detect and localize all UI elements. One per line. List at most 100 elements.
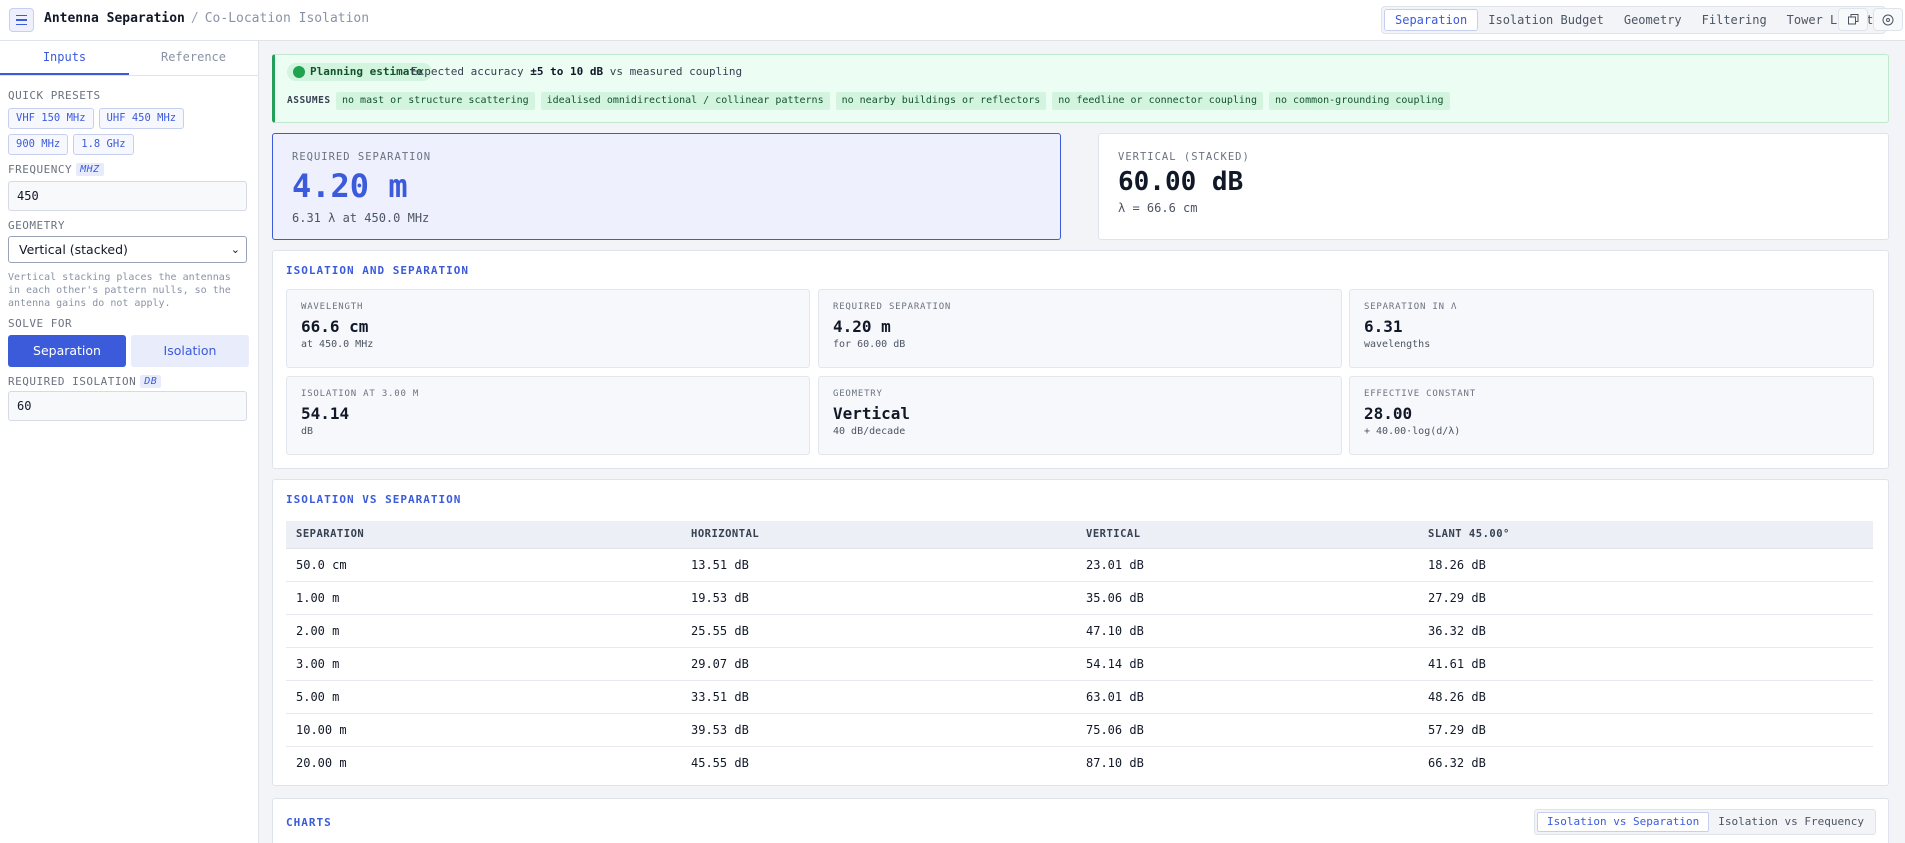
- sidebar-tab-inputs[interactable]: Inputs: [0, 41, 129, 75]
- table-cell: 23.01 dB: [1076, 548, 1418, 582]
- table-row: 1.00 m 19.53 dB 35.06 dB 27.29 dB: [286, 581, 1873, 615]
- metric-sub: + 40.00·log(d/λ): [1364, 426, 1461, 437]
- table-cell: 18.26 dB: [1418, 548, 1873, 582]
- metric-value: 6.31: [1364, 317, 1403, 336]
- chart-tab-isolation-vs-frequency[interactable]: Isolation vs Frequency: [1709, 812, 1873, 832]
- app-title: Antenna Separation: [44, 11, 185, 26]
- vertical-stacked-card: VERTICAL (STACKED) 60.00 dB λ = 66.6 cm: [1098, 133, 1889, 240]
- table-row: 50.0 cm 13.51 dB 23.01 dB 18.26 dB: [286, 548, 1873, 582]
- metric-label: REQUIRED SEPARATION: [833, 302, 952, 312]
- accuracy-prefix: Expected accuracy: [411, 65, 524, 78]
- table-cell: 25.55 dB: [681, 614, 1076, 648]
- assumption-chip: idealised omnidirectional / collinear pa…: [540, 92, 830, 110]
- table-cell: 57.29 dB: [1418, 713, 1873, 747]
- main-content: Planning estimate Expected accuracy ±5 t…: [259, 41, 1905, 843]
- table-cell: 5.00 m: [286, 680, 681, 714]
- chart-tab-isolation-vs-separation[interactable]: Isolation vs Separation: [1536, 812, 1710, 832]
- table-cell: 41.61 dB: [1418, 647, 1873, 681]
- assumption-chip: no nearby buildings or reflectors: [835, 92, 1047, 110]
- table-cell: 63.01 dB: [1076, 680, 1418, 714]
- table-cell: 47.10 dB: [1076, 614, 1418, 648]
- solve-separation-button[interactable]: Separation: [8, 335, 126, 367]
- vertical-stacked-sub: λ = 66.6 cm: [1118, 201, 1198, 215]
- charts-section: CHARTS Isolation vs Separation Isolation…: [272, 798, 1889, 843]
- table-cell: 13.51 dB: [681, 548, 1076, 582]
- menu-icon: [16, 13, 27, 27]
- status-dot-icon: [293, 66, 305, 78]
- required-isolation-label-row: REQUIRED ISOLATION DB: [8, 375, 250, 388]
- table-row: 2.00 m 25.55 dB 47.10 dB 36.32 dB: [286, 614, 1873, 648]
- preset-list: VHF 150 MHz UHF 450 MHz 900 MHz 1.8 GHz: [8, 108, 248, 155]
- tab-isolation-budget[interactable]: Isolation Budget: [1478, 9, 1614, 31]
- metric-isolation-at-3m: ISOLATION AT 3.00 M 54.14 dB: [286, 376, 810, 455]
- accuracy-suffix: vs measured coupling: [609, 65, 743, 78]
- metric-value: 66.6 cm: [301, 317, 369, 336]
- table-cell: 29.07 dB: [681, 647, 1076, 681]
- tab-filtering[interactable]: Filtering: [1692, 9, 1777, 31]
- breadcrumb-separator: /: [190, 11, 199, 26]
- metric-geometry: GEOMETRY Vertical 40 dB/decade: [818, 376, 1342, 455]
- column-header-slant: SLANT 45.00°: [1418, 521, 1873, 549]
- solve-for-toggle: Separation Isolation: [8, 335, 250, 367]
- assumes-label: ASSUMES: [287, 95, 331, 106]
- geometry-select[interactable]: Vertical (stacked) ⌄: [8, 236, 247, 263]
- menu-button[interactable]: [9, 8, 34, 32]
- isolation-separation-section: ISOLATION AND SEPARATION WAVELENGTH 66.6…: [272, 250, 1889, 469]
- column-header-vertical: VERTICAL: [1076, 521, 1418, 549]
- preset-900-mhz[interactable]: 900 MHz: [8, 134, 69, 155]
- table-cell: 39.53 dB: [681, 713, 1076, 747]
- tab-separation[interactable]: Separation: [1384, 9, 1479, 31]
- table-cell: 50.0 cm: [286, 548, 681, 582]
- table-cell: 75.06 dB: [1076, 713, 1418, 747]
- column-header-separation: SEPARATION: [286, 521, 681, 549]
- metric-label: EFFECTIVE CONSTANT: [1364, 389, 1476, 399]
- frequency-label: FREQUENCY: [8, 163, 73, 176]
- help-button[interactable]: [1873, 8, 1903, 31]
- metric-value: 4.20 m: [833, 317, 891, 336]
- preset-vhf-150[interactable]: VHF 150 MHz: [8, 108, 94, 129]
- breadcrumb: Antenna Separation / Co-Location Isolation: [44, 11, 369, 26]
- app-subtitle: Co-Location Isolation: [204, 11, 370, 26]
- table-cell: 48.26 dB: [1418, 680, 1873, 714]
- required-isolation-input[interactable]: 60: [8, 391, 247, 421]
- isolation-table: SEPARATION HORIZONTAL VERTICAL SLANT 45.…: [286, 521, 1873, 779]
- metric-value: 54.14: [301, 404, 350, 423]
- metric-required-separation: REQUIRED SEPARATION 4.20 m for 60.00 dB: [818, 289, 1342, 368]
- solve-isolation-button[interactable]: Isolation: [131, 335, 249, 367]
- table-cell: 33.51 dB: [681, 680, 1076, 714]
- frequency-input[interactable]: 450: [8, 181, 247, 211]
- preset-uhf-450[interactable]: UHF 450 MHz: [98, 108, 185, 129]
- copy-icon: [1847, 14, 1858, 25]
- help-icon: [1882, 14, 1894, 25]
- planning-estimate-label: Planning estimate: [310, 65, 423, 78]
- metric-effective-constant: EFFECTIVE CONSTANT 28.00 + 40.00·log(d/λ…: [1349, 376, 1874, 455]
- metric-value: 28.00: [1364, 404, 1413, 423]
- table-cell: 54.14 dB: [1076, 647, 1418, 681]
- table-row: 3.00 m 29.07 dB 54.14 dB 41.61 dB: [286, 647, 1873, 681]
- metric-sub: at 450.0 MHz: [301, 339, 374, 350]
- preset-1-8-ghz[interactable]: 1.8 GHz: [73, 134, 134, 155]
- required-separation-card: REQUIRED SEPARATION 4.20 m 6.31 λ at 450…: [272, 133, 1061, 240]
- isolation-vs-separation-title: ISOLATION VS SEPARATION: [286, 493, 462, 506]
- table-cell: 19.53 dB: [681, 581, 1076, 615]
- vertical-stacked-value: 60.00 dB: [1118, 167, 1244, 197]
- metric-label: SEPARATION IN λ: [1364, 302, 1458, 312]
- solve-for-label: SOLVE FOR: [8, 317, 73, 330]
- vertical-stacked-label: VERTICAL (STACKED): [1118, 151, 1250, 163]
- table-cell: 20.00 m: [296, 755, 347, 770]
- metric-value: Vertical: [833, 404, 911, 423]
- metric-sub: 40 dB/decade: [833, 426, 906, 437]
- planning-estimate-badge: Planning estimate: [287, 63, 432, 81]
- metric-sub: dB: [301, 426, 314, 437]
- table-cell: 87.10 dB: [1086, 755, 1144, 770]
- metric-label: ISOLATION AT 3.00 M: [301, 389, 420, 399]
- sidebar-tab-reference[interactable]: Reference: [129, 41, 258, 75]
- tab-geometry[interactable]: Geometry: [1614, 9, 1692, 31]
- chart-tabs: Isolation vs Separation Isolation vs Fre…: [1533, 809, 1876, 835]
- geometry-select-value: Vertical (stacked): [19, 242, 128, 257]
- metric-separation-in-lambda: SEPARATION IN λ 6.31 wavelengths: [1349, 289, 1874, 368]
- assumption-chip: no feedline or connector coupling: [1052, 92, 1263, 110]
- table-row: 10.00 m 39.53 dB 75.06 dB 57.29 dB: [286, 713, 1873, 747]
- isolation-vs-separation-section: ISOLATION VS SEPARATION SEPARATION HORIZ…: [272, 479, 1889, 786]
- copy-button[interactable]: [1838, 8, 1868, 31]
